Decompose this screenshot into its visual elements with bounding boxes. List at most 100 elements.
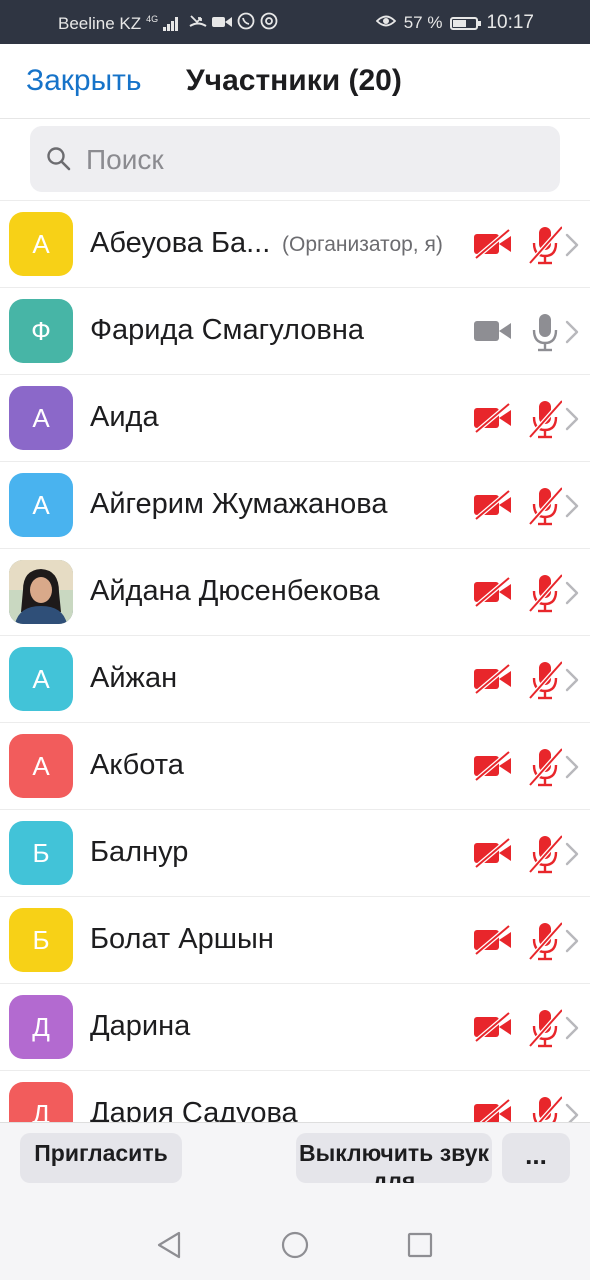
bottom-action-bar: Пригласить Выключить звук для ... — [0, 1122, 590, 1211]
participant-name: Аида — [90, 401, 159, 433]
invite-button[interactable]: Пригласить — [20, 1133, 182, 1183]
video-icon — [212, 14, 233, 34]
avatar: Ф — [9, 299, 73, 363]
chevron-right-icon — [565, 494, 579, 523]
avatar-initial: Б — [32, 837, 50, 868]
mic-muted-icon[interactable] — [528, 1008, 564, 1053]
mute-all-button[interactable]: Выключить звук для — [296, 1133, 492, 1183]
eye-comfort-icon — [375, 13, 396, 33]
video-off-icon[interactable] — [474, 663, 512, 699]
recents-nav-icon[interactable] — [407, 1232, 433, 1263]
search-box[interactable] — [30, 126, 560, 192]
carrier-label: Beeline KZ — [58, 13, 142, 33]
at-sign-icon — [260, 12, 278, 35]
status-right: 57 % 10:17 — [375, 12, 534, 34]
mic-muted-icon[interactable] — [528, 660, 564, 705]
mic-muted-icon[interactable] — [528, 486, 564, 531]
participant-name: Дария Садуова — [90, 1097, 298, 1123]
participant-row-8[interactable]: Б Балнур — [0, 810, 590, 897]
video-off-icon[interactable] — [474, 228, 512, 264]
avatar: А — [9, 647, 73, 711]
participant-name: Фарида Смагуловна — [90, 314, 364, 346]
page-title: Участники (20) — [186, 64, 402, 97]
avatar: А — [9, 473, 73, 537]
avatar: А — [9, 386, 73, 450]
status-left: Beeline KZ 4G — [58, 12, 278, 35]
video-off-icon[interactable] — [474, 576, 512, 612]
network-type: 4G — [146, 13, 159, 24]
participant-row-10[interactable]: Д Дарина — [0, 984, 590, 1071]
video-off-icon[interactable] — [474, 837, 512, 873]
chevron-right-icon — [565, 755, 579, 784]
avatar-initial: А — [32, 489, 50, 520]
chevron-right-icon — [565, 929, 579, 958]
participant-name: Айжан — [90, 662, 178, 694]
mic-muted-icon[interactable] — [528, 573, 564, 618]
chevron-right-icon — [565, 581, 579, 610]
participant-row-4[interactable]: А Айгерим Жумажанова — [0, 462, 590, 549]
participant-name: Балнур — [90, 836, 189, 868]
participant-row-2[interactable]: Ф Фарида Смагуловна — [0, 288, 590, 375]
video-off-icon[interactable] — [474, 924, 512, 960]
avatar: А — [9, 212, 73, 276]
avatar-initial: А — [32, 750, 50, 781]
mic-muted-icon[interactable] — [528, 921, 564, 966]
avatar-initial: Б — [32, 924, 50, 955]
mic-muted-icon[interactable] — [528, 747, 564, 792]
video-off-icon[interactable] — [474, 402, 512, 438]
participant-row-7[interactable]: А Акбота — [0, 723, 590, 810]
avatar: А — [9, 734, 73, 798]
participant-list[interactable]: А Абеуова Ба... (Организатор, я) Ф Фарид… — [0, 200, 590, 1123]
video-off-icon[interactable] — [474, 1011, 512, 1047]
more-button[interactable]: ... — [502, 1133, 570, 1183]
search-input[interactable] — [84, 140, 538, 180]
participant-row-1[interactable]: А Абеуова Ба... (Организатор, я) — [0, 201, 590, 288]
whatsapp-icon — [237, 12, 255, 35]
status-bar: Beeline KZ 4G 57 % 10:17 — [0, 0, 590, 44]
system-navigation-bar — [0, 1210, 590, 1280]
chevron-right-icon — [565, 320, 579, 349]
avatar-initial: А — [32, 402, 50, 433]
video-on-icon[interactable] — [474, 316, 512, 351]
avatar: Д — [9, 1082, 73, 1123]
home-nav-icon[interactable] — [281, 1231, 309, 1264]
avatar: Б — [9, 908, 73, 972]
mic-muted-icon[interactable] — [528, 834, 564, 879]
mic-on-icon[interactable] — [528, 312, 562, 357]
video-off-icon[interactable] — [474, 489, 512, 525]
battery-icon — [450, 16, 482, 30]
participant-role: (Организатор, я) — [282, 233, 443, 256]
missed-call-icon — [189, 13, 207, 34]
video-off-icon[interactable] — [474, 1098, 512, 1123]
participant-row-5[interactable]: Айдана Дюсенбекова — [0, 549, 590, 636]
participant-row-9[interactable]: Б Болат Аршын — [0, 897, 590, 984]
mic-muted-icon[interactable] — [528, 1095, 564, 1123]
participant-name: Айгерим Жумажанова — [90, 488, 388, 520]
chevron-right-icon — [565, 668, 579, 697]
signal-icon — [163, 16, 179, 31]
avatar: Д — [9, 995, 73, 1059]
participant-row-3[interactable]: А Аида — [0, 375, 590, 462]
participant-name: Болат Аршын — [90, 923, 274, 955]
back-nav-icon[interactable] — [155, 1230, 183, 1265]
avatar-photo — [9, 560, 73, 624]
participant-row-11[interactable]: Д Дария Садуова — [0, 1071, 590, 1123]
avatar-initial: А — [32, 228, 50, 259]
chevron-right-icon — [565, 1103, 579, 1123]
video-off-icon[interactable] — [474, 750, 512, 786]
chevron-right-icon — [565, 233, 579, 262]
avatar-initial: А — [32, 663, 50, 694]
avatar-initial: Ф — [31, 315, 51, 346]
chevron-right-icon — [565, 407, 579, 436]
avatar-initial: Д — [32, 1011, 50, 1042]
clock: 10:17 — [486, 12, 534, 33]
chevron-right-icon — [565, 842, 579, 871]
mic-muted-icon[interactable] — [528, 399, 564, 444]
participant-row-6[interactable]: А Айжан — [0, 636, 590, 723]
close-button[interactable]: Закрыть — [26, 64, 142, 98]
mic-muted-icon[interactable] — [528, 225, 564, 270]
search-icon — [46, 146, 72, 177]
avatar: Б — [9, 821, 73, 885]
header: Закрыть Участники (20) — [0, 44, 590, 119]
participant-name: Акбота — [90, 749, 184, 781]
